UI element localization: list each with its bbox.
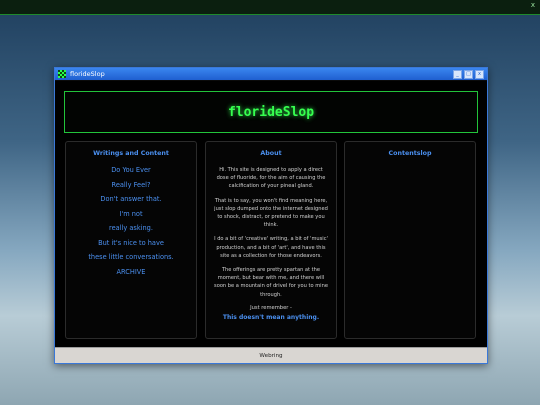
contentslop-panel: Contentslop: [344, 141, 476, 339]
about-paragraph: The offerings are pretty spartan at the …: [214, 267, 328, 298]
archive-link[interactable]: ARCHIVE: [66, 268, 196, 276]
writings-link[interactable]: these little conversations.: [66, 253, 196, 261]
site-header: florideSlop: [64, 91, 478, 133]
close-button[interactable]: x: [475, 69, 484, 79]
webring-label[interactable]: Webring: [259, 353, 282, 359]
minimize-button[interactable]: _: [453, 69, 462, 79]
site-title: florideSlop: [227, 104, 315, 120]
tagline: This doesn't mean anything.: [222, 313, 320, 321]
window-content: florideSlop Writings and Content Do You …: [55, 81, 487, 347]
remember-text: Just remember -: [250, 304, 292, 311]
webring-bar[interactable]: Webring: [55, 347, 487, 363]
writings-panel: Writings and Content Do You Ever Really …: [65, 141, 197, 339]
top-bar: x: [0, 0, 540, 15]
about-panel: About Hi. This site is designed to apply…: [205, 141, 337, 339]
writings-link[interactable]: I'm not: [66, 210, 196, 218]
window-titlebar[interactable]: florideSlop _ □ x: [55, 68, 487, 80]
writings-link[interactable]: really asking.: [66, 224, 196, 232]
contentslop-heading: Contentslop: [388, 150, 432, 157]
maximize-button[interactable]: □: [464, 69, 473, 79]
writings-link[interactable]: But it's nice to have: [66, 239, 196, 247]
writings-link[interactable]: Don't answer that.: [66, 195, 196, 203]
top-close-icon[interactable]: x: [531, 1, 535, 9]
about-heading: About: [260, 150, 282, 157]
writings-link[interactable]: Do You Ever: [66, 166, 196, 174]
site-window: florideSlop _ □ x florideSlop Writings a…: [54, 67, 488, 364]
checker-icon: [58, 70, 66, 78]
writings-heading: Writings and Content: [93, 150, 169, 157]
about-paragraph: Hi. This site is designed to apply a dir…: [216, 167, 326, 190]
writings-link[interactable]: Really Feel?: [66, 181, 196, 189]
about-paragraph: That is to say, you won't find meaning h…: [214, 197, 328, 229]
window-title: florideSlop: [70, 70, 105, 78]
about-paragraph: I do a bit of 'creative' writing, a bit …: [214, 236, 328, 259]
